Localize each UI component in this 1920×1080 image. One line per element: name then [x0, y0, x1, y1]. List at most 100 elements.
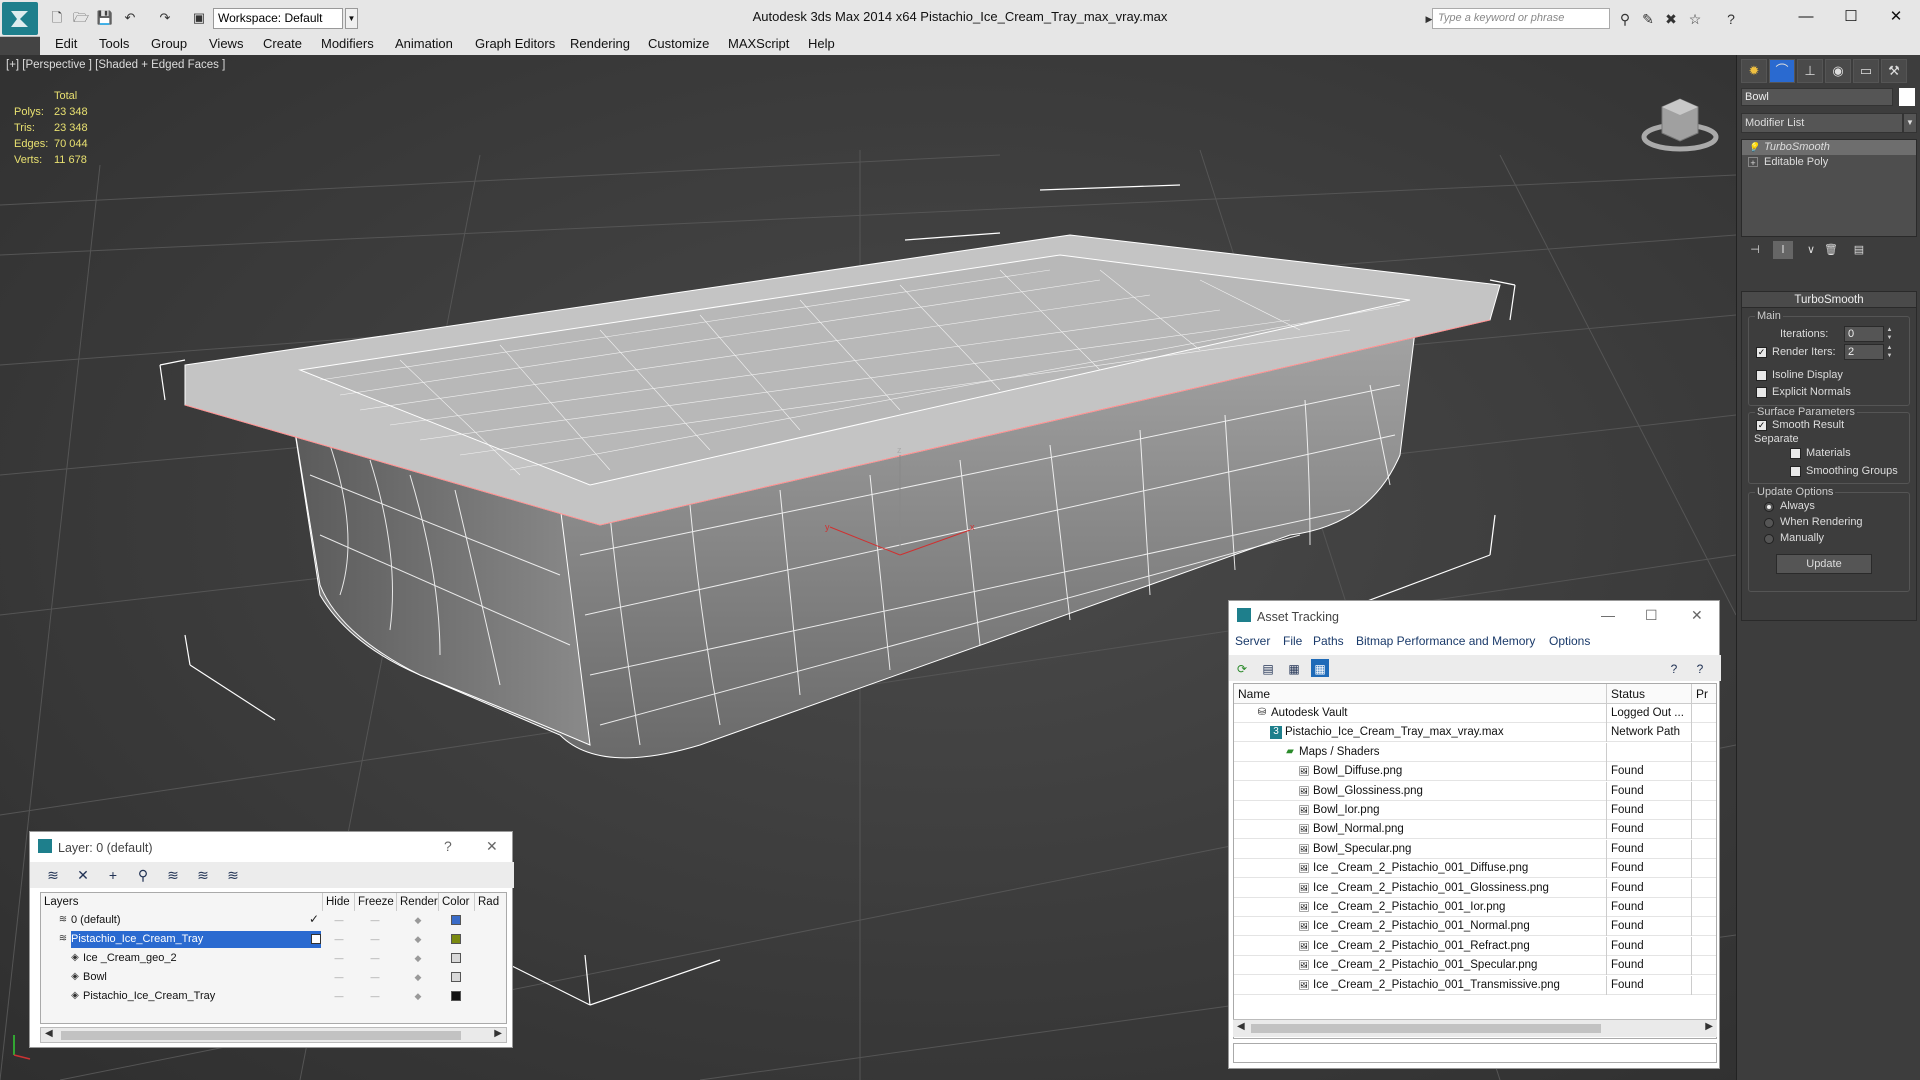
asset-row[interactable]: 🖼 Bowl_Glossiness.png Found [1234, 781, 1716, 801]
object-name-field[interactable]: Bowl [1741, 88, 1893, 106]
asset-row[interactable]: 🖼 Bowl_Normal.png Found [1234, 820, 1716, 840]
always-radio[interactable] [1764, 502, 1774, 512]
menu-options[interactable]: Options [1549, 634, 1590, 648]
layer-row[interactable]: ◈ Ice _Cream_geo_2 — — ◆ [41, 949, 506, 968]
scroll-left-icon[interactable]: ◀ [1237, 1021, 1245, 1032]
render-iters-checkbox[interactable]: ✓ [1756, 347, 1767, 358]
context-help-icon[interactable]: ? [1691, 659, 1709, 677]
freeze-toggle-icon[interactable]: — [369, 992, 381, 1001]
object-color-swatch[interactable] [1899, 88, 1915, 106]
list-view-icon[interactable]: ▤ [1259, 659, 1277, 677]
chevron-down-icon[interactable]: ▼ [1903, 113, 1917, 133]
lightbulb-icon[interactable]: 💡 [1748, 142, 1759, 152]
asset-row[interactable]: 🖼 Ice _Cream_2_Pistachio_001_Diffuse.png F… [1234, 859, 1716, 879]
scrollbar-thumb[interactable] [1251, 1024, 1601, 1033]
asset-name[interactable]: Ice _Cream_2_Pistachio_001_Refract.png [1313, 937, 1530, 956]
freeze-all-layers-icon[interactable]: ≋ [224, 867, 242, 883]
active-layer-check-icon[interactable]: ✓ [309, 912, 319, 926]
delete-layer-icon[interactable]: ✕ [74, 867, 92, 883]
asset-row[interactable]: 🖼 Ice _Cream_2_Pistachio_001_Refract.png F… [1234, 936, 1716, 956]
hide-toggle-icon[interactable]: — [333, 992, 345, 1001]
asset-name[interactable]: Autodesk Vault [1271, 704, 1348, 723]
menu-maxscript[interactable]: MAXScript [728, 36, 789, 51]
hide-toggle-icon[interactable]: — [333, 935, 345, 944]
column-color[interactable]: Color [439, 893, 475, 911]
show-end-result-icon[interactable]: Ⅰ [1773, 241, 1793, 259]
menu-animation[interactable]: Animation [395, 36, 453, 51]
asset-row[interactable]: 🖼 Bowl_Ior.png Found [1234, 801, 1716, 820]
menu-server[interactable]: Server [1235, 634, 1270, 648]
asset-row[interactable]: 🖼 Ice _Cream_2_Pistachio_001_Specular.png… [1234, 956, 1716, 976]
minimize-button[interactable]: — [1601, 607, 1615, 623]
menu-group[interactable]: Group [151, 36, 187, 51]
layer-color-swatch[interactable] [451, 915, 461, 925]
materials-checkbox[interactable] [1790, 448, 1801, 459]
layer-color-swatch[interactable] [451, 972, 461, 982]
menu-create[interactable]: Create [263, 36, 302, 51]
asset-name[interactable]: Bowl_Ior.png [1313, 801, 1380, 820]
layer-color-swatch[interactable] [451, 953, 461, 963]
asset-path-field[interactable] [1233, 1043, 1717, 1063]
help-icon[interactable]: ? [1665, 659, 1683, 677]
layer-row-name[interactable]: Bowl [83, 969, 107, 986]
menu-modifiers[interactable]: Modifiers [321, 36, 374, 51]
hide-toggle-icon[interactable]: — [333, 954, 345, 963]
menu-views[interactable]: Views [209, 36, 243, 51]
column-render[interactable]: Render [397, 893, 439, 911]
smoothing-groups-checkbox[interactable] [1790, 466, 1801, 477]
menu-graph-editors[interactable]: Graph Editors [475, 36, 555, 51]
close-window-button[interactable]: ✕ [1882, 6, 1910, 28]
menu-edit[interactable]: Edit [55, 36, 77, 51]
layer-color-swatch[interactable] [451, 991, 461, 1001]
isoline-display-checkbox[interactable] [1756, 370, 1767, 381]
layer-dialog-titlebar[interactable]: Layer: 0 (default) ? ✕ [30, 832, 512, 862]
freeze-toggle-icon[interactable]: — [369, 954, 381, 963]
select-in-layer-icon[interactable]: ⚲ [134, 867, 152, 883]
layer-row[interactable]: ≋ 0 (default) ✓ — — ◆ [41, 911, 506, 930]
iterations-spinner[interactable]: 0 [1844, 326, 1884, 342]
modifier-list-dropdown[interactable]: Modifier List [1741, 113, 1903, 133]
horizontal-scrollbar[interactable]: ◀ ▶ [40, 1027, 507, 1043]
layer-color-swatch[interactable] [451, 934, 461, 944]
asset-row[interactable]: 🖼 Ice _Cream_2_Pistachio_001_Transmissive… [1234, 975, 1716, 995]
render-toggle-icon[interactable]: ◆ [412, 973, 424, 982]
render-toggle-icon[interactable]: ◆ [412, 954, 424, 963]
menu-rendering[interactable]: Rendering [570, 36, 630, 51]
configure-sets-icon[interactable]: ▤ [1849, 241, 1869, 259]
freeze-toggle-icon[interactable]: — [369, 935, 381, 944]
menu-bitmap-performance[interactable]: Bitmap Performance and Memory [1356, 634, 1535, 648]
column-status[interactable]: Status [1607, 684, 1692, 704]
favorites-star-icon[interactable]: ☆ [1686, 10, 1704, 28]
asset-name[interactable]: Ice _Cream_2_Pistachio_001_Normal.png [1313, 917, 1530, 936]
asset-name[interactable]: Ice _Cream_2_Pistachio_001_Specular.png [1313, 956, 1537, 975]
make-unique-icon[interactable]: ∨ [1801, 241, 1821, 259]
scroll-right-icon[interactable]: ▶ [494, 1028, 502, 1039]
when-rendering-radio[interactable] [1764, 518, 1774, 528]
spinner-arrows-icon[interactable]: ▲ ▼ [1885, 326, 1894, 342]
minimize-button[interactable]: — [1792, 6, 1820, 28]
column-proxy[interactable]: Pr [1692, 684, 1716, 704]
column-freeze[interactable]: Freeze [355, 893, 397, 911]
asset-name[interactable]: Ice _Cream_2_Pistachio_001_Transmissive.… [1313, 976, 1560, 995]
maximize-button[interactable]: ☐ [1645, 607, 1658, 624]
create-tab-icon[interactable]: ✹ [1741, 59, 1767, 83]
smooth-result-checkbox[interactable]: ✓ [1756, 420, 1767, 431]
menu-file[interactable]: File [1283, 634, 1302, 648]
asset-name[interactable]: Maps / Shaders [1299, 743, 1380, 762]
plus-icon[interactable]: + [1748, 157, 1758, 168]
render-iters-spinner[interactable]: 2 [1844, 344, 1884, 360]
binoculars-icon[interactable]: ⚲ [1616, 10, 1634, 28]
layer-row-name[interactable]: Ice _Cream_geo_2 [83, 950, 177, 967]
scrollbar-thumb[interactable] [61, 1031, 461, 1040]
layer-row[interactable]: ≋ Pistachio_Ice_Cream_Tray — — ◆ [41, 930, 506, 949]
create-layer-icon[interactable]: ≋ [44, 867, 62, 883]
hide-all-layers-icon[interactable]: ≋ [194, 867, 212, 883]
remove-modifier-icon[interactable]: 🗑 [1821, 241, 1841, 259]
hide-toggle-icon[interactable]: — [333, 973, 345, 982]
stack-item-turbosmooth[interactable]: 💡 TurboSmooth [1742, 140, 1916, 155]
horizontal-scrollbar[interactable]: ◀ ▶ [1233, 1019, 1717, 1037]
asset-row[interactable]: 🖼 Ice _Cream_2_Pistachio_001_Ior.png Found [1234, 898, 1716, 917]
asset-name[interactable]: Bowl_Specular.png [1313, 840, 1411, 859]
spinner-arrows-icon[interactable]: ▲ ▼ [1885, 344, 1894, 360]
freeze-toggle-icon[interactable]: — [369, 973, 381, 982]
